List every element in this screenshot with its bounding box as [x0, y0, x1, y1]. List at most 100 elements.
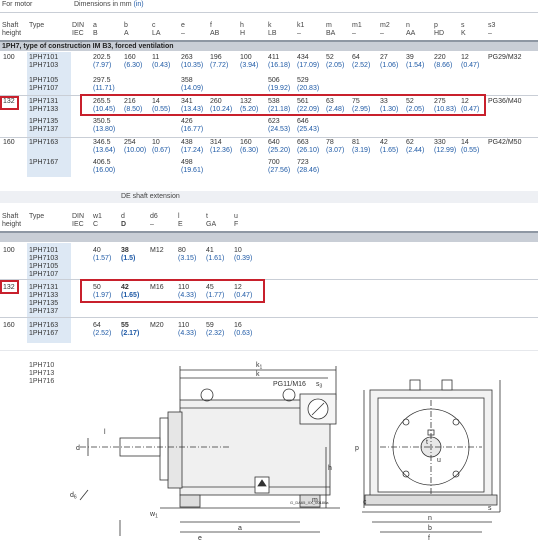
inch-cell: (3.94)	[240, 62, 259, 69]
t2-col-header-top-0: w1	[93, 213, 102, 220]
col-header-bot-8: BA	[326, 30, 336, 37]
highlight-shaft-132	[0, 96, 19, 110]
col-header-bot-6: LB	[268, 30, 277, 37]
inch-cell-k1: (25.43)	[297, 126, 320, 133]
value-cell: 62	[406, 139, 414, 146]
label-n: n	[428, 515, 432, 522]
value-cell: 42	[380, 139, 388, 146]
inch-cell: (2.44)	[406, 147, 425, 154]
t2-col-header-bot-5: F	[234, 221, 239, 228]
value-cell: 78	[326, 139, 334, 146]
t2-value-cell: M12	[150, 247, 164, 254]
col-header-bot-12: HD	[434, 30, 445, 37]
value-cell: 434	[297, 54, 309, 61]
inch-cell-e: (16.77)	[181, 126, 204, 133]
t2-type-cell: 1PH7137	[29, 308, 59, 315]
col-header-bot-4: AB	[210, 30, 220, 37]
col-header-top-4: f	[210, 22, 212, 29]
dimensions-text: Dimensions in mm	[74, 1, 134, 8]
dimensions-label: Dimensions in mm (in)	[74, 1, 144, 9]
din-header: DIN	[72, 22, 85, 29]
value-cell: PG29/M32	[488, 54, 522, 61]
t2-type-cell: 1PH7133	[29, 292, 59, 299]
t2-col-header-bot-3: E	[178, 221, 183, 228]
drawing-code: G_DA65_XX_00186a	[290, 500, 329, 505]
col-header-top-11: n	[406, 22, 410, 29]
inch-cell-a: (11.71)	[93, 85, 115, 92]
col-header-top-5: h	[240, 22, 244, 29]
label-c: c	[363, 499, 367, 506]
inch-cell: (6.30)	[240, 147, 259, 154]
value-cell: 52	[326, 54, 334, 61]
value-cell: 100	[240, 54, 252, 61]
col-header-top-3: e	[181, 22, 185, 29]
inch-cell: (25.20)	[268, 147, 291, 154]
value-cell: 14	[461, 139, 469, 146]
t2-value-cell: 59	[206, 322, 214, 329]
shaft-height-header: Shaft height	[2, 22, 21, 38]
value-cell: 27	[380, 54, 388, 61]
inch-cell: (7.72)	[210, 62, 229, 69]
label-h: h	[328, 465, 332, 472]
col-header-top-7: k1	[297, 22, 305, 29]
highlight-row-132	[80, 94, 486, 116]
t2-col-header-top-4: t	[206, 213, 208, 220]
value-cell: 202.5	[93, 54, 111, 61]
t2-highlight-row-132	[80, 279, 265, 303]
t2-type-cell: 1PH7107	[29, 271, 59, 278]
t2-shaft-header: Shaft	[2, 213, 19, 220]
value-cell: 12	[461, 54, 469, 61]
inch-cell: (0.43)	[152, 62, 171, 69]
inch-cell-k: (24.53)	[268, 126, 291, 133]
value-cell-k: 700	[268, 159, 280, 166]
value-cell-k1: 723	[297, 159, 309, 166]
col-header-top-9: m1	[352, 22, 362, 29]
value-cell: 10	[152, 139, 160, 146]
t2-col-header-top-3: l	[178, 213, 180, 220]
type-cell: 1PH7167	[29, 159, 59, 166]
t2-col-header-bot-4: GA	[206, 221, 217, 228]
label-k: k	[256, 371, 260, 378]
inch-cell: (17.09)	[297, 62, 320, 69]
inch-cell: (12.99)	[434, 147, 457, 154]
t2-type-header: Type	[29, 213, 45, 220]
t2-col-header-top-2: d6	[150, 213, 158, 220]
t2-col-header-bot-0: C	[93, 221, 99, 228]
row-separator	[0, 137, 538, 138]
t2-shaft-height-100: 100	[3, 247, 15, 254]
t2-type-cell: 1PH7103	[29, 255, 59, 262]
col-header-bot-11: AA	[406, 30, 416, 37]
t2-din-header: DIN	[72, 213, 85, 220]
label-l: l	[104, 429, 106, 436]
col-header-bot-7: –	[297, 30, 301, 37]
inch-cell: (0.55)	[461, 147, 480, 154]
col-header-bot-10: –	[380, 30, 384, 37]
t2-inch-cell: (0.63)	[234, 330, 253, 337]
col-header-top-8: m	[326, 22, 332, 29]
value-cell-a: 297.5	[93, 77, 111, 84]
t2-col-header-bot-1: D	[121, 221, 127, 228]
t2-value-cell: 64	[93, 322, 101, 329]
t2-inch-cell: (1.61)	[206, 255, 225, 262]
inch-cell: (10.35)	[181, 62, 204, 69]
inch-cell: (3.07)	[326, 147, 345, 154]
label-u: u	[437, 457, 441, 464]
value-cell-a: 350.5	[93, 118, 111, 125]
value-cell: 330	[434, 139, 446, 146]
col-header-top-12: p	[434, 22, 438, 29]
inch-cell: (13.64)	[93, 147, 116, 154]
label-b: b	[428, 525, 432, 532]
value-cell-a: 406.5	[93, 159, 111, 166]
t2-row-separator	[0, 317, 538, 318]
col-header-top-1: b	[124, 22, 128, 29]
t2-value-cell: 10	[234, 247, 242, 254]
inch-cell: (6.30)	[124, 62, 143, 69]
label-e: e	[198, 535, 202, 542]
inch-cell: (0.67)	[152, 147, 171, 154]
label-k1: k1	[256, 362, 263, 371]
value-cell-k: 506	[268, 77, 280, 84]
label-s3: s3	[316, 381, 323, 390]
value-cell: 81	[352, 139, 360, 146]
inch-cell: (16.18)	[268, 62, 291, 69]
inch-cell-a: (16.00)	[93, 167, 116, 174]
